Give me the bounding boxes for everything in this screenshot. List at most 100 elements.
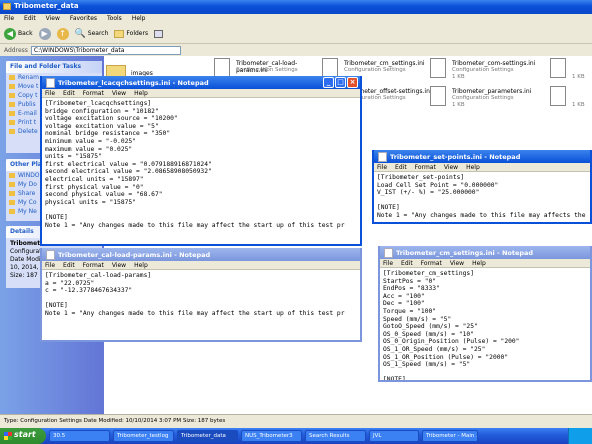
minimize-button[interactable]: _ (323, 77, 334, 88)
text-line: Dec = "100" (383, 300, 425, 308)
file-item[interactable]: Tribometer_com-settings.ini Configuration… (430, 58, 540, 84)
taskbar-item[interactable]: JVL (369, 430, 419, 442)
taskbar-item[interactable]: NUS_Tribometer3 (241, 430, 302, 442)
text-line: second electrical value = "2.08658908050… (45, 168, 212, 176)
text-line: [Tribometer_cal-load-params] (45, 272, 152, 279)
menu-edit[interactable]: Edit (63, 262, 75, 269)
text-line: Load Cell Set Point = "0.000000" (377, 181, 499, 189)
search-icon: 🔍 (74, 28, 86, 39)
menu-file[interactable]: File (383, 260, 393, 267)
notepad-title-bar[interactable]: Tribometer_set-points.ini - Notepad (374, 150, 590, 163)
menu-file[interactable]: File (45, 90, 55, 97)
menu-view[interactable]: View (46, 15, 60, 22)
menu-edit[interactable]: Edit (24, 15, 36, 22)
text-line: EndPos = "8333" (383, 285, 440, 293)
notepad-calload-window[interactable]: Tribometer_cal-load-params.ini - Notepad… (40, 248, 362, 342)
back-arrow-icon: ◀ (4, 27, 16, 40)
config-file-icon (430, 86, 446, 106)
text-line: units = "15875" (45, 153, 102, 161)
forward-arrow-icon: ▶ (38, 27, 51, 40)
menu-view[interactable]: View (444, 164, 458, 171)
address-bar: Address C:\WINDOWS\Tribometer_data (0, 44, 592, 56)
taskbar-item[interactable]: Tribometer_testlog (113, 430, 174, 442)
menu-format[interactable]: Format (83, 90, 104, 97)
menu-favorites[interactable]: Favorites (70, 15, 97, 22)
panel-header[interactable]: File and Folder Tasks (6, 61, 102, 73)
menu-help[interactable]: Help (134, 90, 148, 97)
text-line: V_IST (+/- %) = "25.000000" (377, 189, 480, 197)
menu-view[interactable]: View (450, 260, 464, 267)
menu-format[interactable]: Format (421, 260, 442, 267)
notepad-menu-bar: File Edit Format View Help (380, 259, 590, 268)
views-button[interactable] (154, 29, 164, 38)
menu-help[interactable]: Help (134, 262, 148, 269)
text-line (45, 295, 357, 303)
maximize-button[interactable]: □ (335, 77, 346, 88)
notepad-title-bar[interactable]: Tribometer_cal-load-params.ini - Notepad (42, 248, 360, 261)
text-line: GotoO_Speed (mm/s) = "25" (383, 323, 478, 331)
text-line (377, 197, 587, 205)
menu-view[interactable]: View (112, 262, 126, 269)
up-button[interactable]: ↑ (56, 27, 69, 40)
address-input[interactable]: C:\WINDOWS\Tribometer_data (30, 45, 181, 55)
menu-file[interactable]: File (377, 164, 387, 171)
forward-button[interactable]: ▶ (38, 27, 51, 40)
text-line: Note 1 = "Any changes made to this file … (377, 211, 586, 219)
notepad-title-bar[interactable]: Tribometer_cm_settings.ini - Notepad (380, 246, 590, 259)
file-item[interactable]: 1 KB (550, 86, 592, 112)
notepad-title-bar[interactable]: Tribometer_lcacqchsettings.ini - Notepad… (42, 76, 360, 89)
text-line: electrical units = "15897" (45, 175, 144, 183)
text-line: nominal bridge resistance = "350" (45, 130, 171, 138)
menu-file[interactable]: File (45, 262, 55, 269)
close-button[interactable]: × (347, 77, 358, 88)
menu-edit[interactable]: Edit (63, 90, 75, 97)
text-line: [NOTE] (383, 376, 406, 380)
taskbar-item[interactable]: 30.5 (49, 430, 110, 442)
menu-help[interactable]: Help (132, 15, 146, 22)
menu-format[interactable]: Format (415, 164, 436, 171)
text-line: voltage excitation source = "10200" (45, 115, 178, 123)
text-line: maximum value = "0.025" (45, 145, 133, 153)
back-button[interactable]: ◀ Back (4, 27, 33, 40)
notepad-text-area[interactable]: [Tribometer_lcacqchsettings] bridge confi… (42, 98, 360, 244)
folders-button[interactable]: Folders (114, 29, 148, 38)
text-line: [Tribometer_lcacqchsettings] (45, 100, 152, 107)
menu-help[interactable]: Help (472, 260, 486, 267)
taskbar: start 30.5 Tribometer_testlog Tribometer… (0, 428, 592, 444)
text-line: OS_1_Speed (mm/s) = "5" (383, 361, 471, 369)
text-line: minimum value = "-0.025" (45, 137, 136, 145)
text-line: [Tribometer_cm_settings] (383, 270, 474, 277)
notepad-menu-bar: File Edit Format View Help (42, 261, 360, 270)
system-tray (568, 428, 592, 444)
file-item[interactable]: Tribometer_parameters.ini Configuration S… (430, 86, 540, 112)
notepad-text-area[interactable]: [Tribometer_cm_settings] StartPos = "0" En… (380, 268, 590, 380)
address-label: Address (4, 46, 28, 54)
notepad-menu-bar: File Edit Format View Help (374, 163, 590, 172)
notepad-text-area[interactable]: [Tribometer_set-points] Load Cell Set Poi… (374, 172, 590, 222)
notepad-setpoints-window[interactable]: Tribometer_set-points.ini - Notepad File… (372, 150, 592, 224)
start-button[interactable]: start (0, 428, 46, 444)
taskbar-item[interactable]: Search Results (305, 430, 366, 442)
menu-edit[interactable]: Edit (395, 164, 407, 171)
text-line: first electrical value = "0.079188916871… (45, 160, 212, 168)
menu-file[interactable]: File (4, 15, 14, 22)
menu-format[interactable]: Format (83, 262, 104, 269)
taskbar-item[interactable]: Tribometer_data (177, 430, 238, 442)
file-item[interactable]: 1 KB (550, 58, 592, 84)
config-file-icon (550, 86, 566, 106)
text-line: second physical value = "68.67" (45, 191, 163, 199)
taskbar-item[interactable]: Tribometer - Main ... (422, 430, 478, 442)
notepad-lcacq-window[interactable]: Tribometer_lcacqchsettings.ini - Notepad… (40, 76, 362, 246)
menu-help[interactable]: Help (466, 164, 480, 171)
menu-view[interactable]: View (112, 90, 126, 97)
notepad-cm-window[interactable]: Tribometer_cm_settings.ini - Notepad Fil… (378, 246, 592, 382)
menu-edit[interactable]: Edit (401, 260, 413, 267)
text-line: [NOTE] (45, 213, 68, 221)
config-file-icon (214, 58, 230, 78)
config-file-icon (430, 58, 446, 78)
notepad-text-area[interactable]: [Tribometer_cal-load-params] a = "22.0725… (42, 270, 360, 340)
notepad-menu-bar: File Edit Format View Help (42, 89, 360, 98)
menu-tools[interactable]: Tools (107, 15, 122, 22)
search-button[interactable]: 🔍 Search (75, 29, 109, 39)
text-line: Note 1 = "Any changes made to this file … (45, 221, 345, 229)
